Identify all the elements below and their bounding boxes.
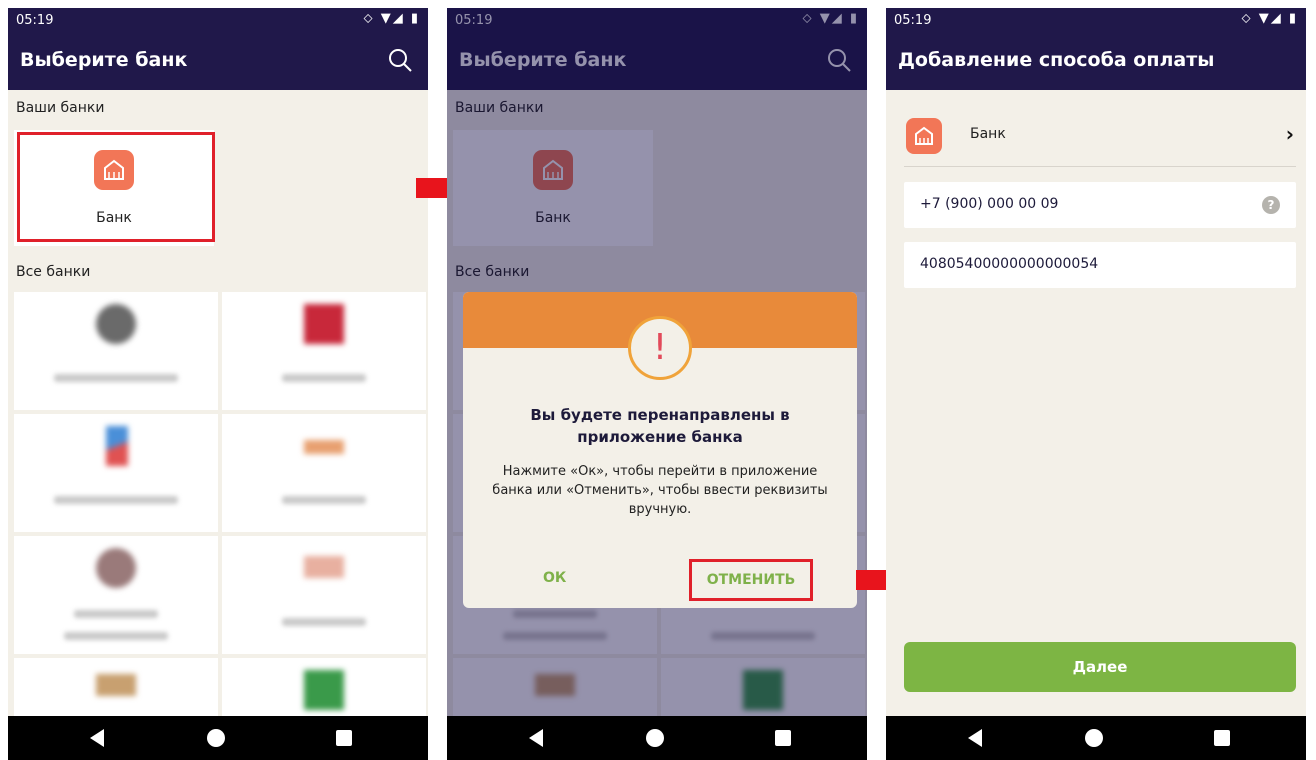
screen-choose-bank: 05:19 ⬦ ▼◢ ▮ Выберите банк Ваши банки Ба…: [8, 8, 428, 760]
bank-logo-icon: [96, 548, 136, 588]
home-icon[interactable]: [1085, 729, 1103, 747]
help-icon[interactable]: ?: [1262, 196, 1280, 214]
bank-logo-icon: [96, 304, 136, 344]
bank-tile-name: [282, 374, 366, 382]
home-icon[interactable]: [646, 729, 664, 747]
bank-tile[interactable]: [14, 536, 218, 654]
bank-logo-icon: [304, 556, 344, 578]
redirect-dialog: ! Вы будете перенаправлены в приложение …: [463, 292, 857, 608]
page-title: Добавление способа оплаты: [898, 49, 1215, 71]
warning-mark: !: [652, 327, 668, 368]
bank-logo-icon: [106, 426, 128, 466]
status-bar: 05:19 ⬦ ▼◢ ▮: [8, 8, 428, 34]
next-button[interactable]: Далее: [904, 642, 1296, 692]
bank-tile-name: [54, 374, 178, 382]
dialog-title: Вы будете перенаправлены в приложение ба…: [530, 406, 790, 446]
app-bar: Выберите банк: [8, 34, 428, 90]
screen-add-payment-method: 05:19 ⬦ ▼◢ ▮ Добавление способа оплаты Б…: [886, 8, 1306, 760]
back-icon[interactable]: [529, 729, 543, 747]
warning-icon: !: [628, 316, 692, 380]
bank-tile-name: [282, 618, 366, 626]
phone-value: +7 (900) 000 00 09: [920, 196, 1059, 212]
selected-bank-row[interactable]: Банк ›: [904, 114, 1296, 162]
navigation-bar: [447, 716, 867, 760]
bank-tile-name: [64, 632, 168, 640]
bank-logo-icon: [304, 304, 344, 344]
status-bar: 05:19 ⬦ ▼◢ ▮: [886, 8, 1306, 34]
navigation-bar: [8, 716, 428, 760]
bank-building-icon: [906, 118, 942, 154]
phone-field[interactable]: +7 (900) 000 00 09 ?: [904, 182, 1296, 228]
all-banks-label: Все банки: [16, 264, 91, 280]
bank-tile-name: [74, 610, 158, 618]
bank-logo-icon: [96, 674, 136, 696]
chevron-right-icon: ›: [1285, 122, 1294, 146]
bank-tile-name: [54, 496, 178, 504]
account-value: 40805400000000000054: [920, 256, 1099, 272]
dialog-message: Нажмите «Ок», чтобы перейти в приложение…: [492, 464, 828, 517]
recents-icon[interactable]: [1214, 730, 1230, 746]
back-icon[interactable]: [968, 729, 982, 747]
divider: [904, 166, 1296, 167]
bank-tile[interactable]: [222, 414, 426, 532]
recents-icon[interactable]: [775, 730, 791, 746]
my-banks-label: Ваши банки: [16, 100, 105, 116]
bank-logo-icon: [304, 670, 344, 710]
account-field[interactable]: 40805400000000000054: [904, 242, 1296, 288]
bank-tile[interactable]: [222, 536, 426, 654]
app-bar: Добавление способа оплаты: [886, 34, 1306, 90]
bank-tile[interactable]: [14, 292, 218, 410]
bank-tile[interactable]: [14, 414, 218, 532]
ok-button[interactable]: ОК: [543, 570, 566, 586]
selected-bank-name: Банк: [970, 126, 1006, 142]
bank-tile[interactable]: [222, 292, 426, 410]
status-time: 05:19: [16, 13, 54, 28]
search-icon[interactable]: [386, 46, 414, 74]
cancel-button[interactable]: ОТМЕНИТЬ: [689, 559, 813, 601]
navigation-bar: [886, 716, 1306, 760]
bank-tile-name: [282, 496, 366, 504]
screen-redirect-dialog: 05:19 ⬦ ▼◢ ▮ Выберите банк Ваши банки Ба…: [447, 8, 867, 760]
status-icons: ⬦ ▼◢ ▮: [363, 11, 420, 26]
bank-logo-icon: [304, 440, 344, 454]
home-icon[interactable]: [207, 729, 225, 747]
highlight-frame: [17, 132, 215, 242]
recents-icon[interactable]: [336, 730, 352, 746]
status-icons: ⬦ ▼◢ ▮: [1241, 11, 1298, 26]
status-time: 05:19: [894, 13, 932, 28]
back-icon[interactable]: [90, 729, 104, 747]
page-title: Выберите банк: [20, 49, 188, 71]
